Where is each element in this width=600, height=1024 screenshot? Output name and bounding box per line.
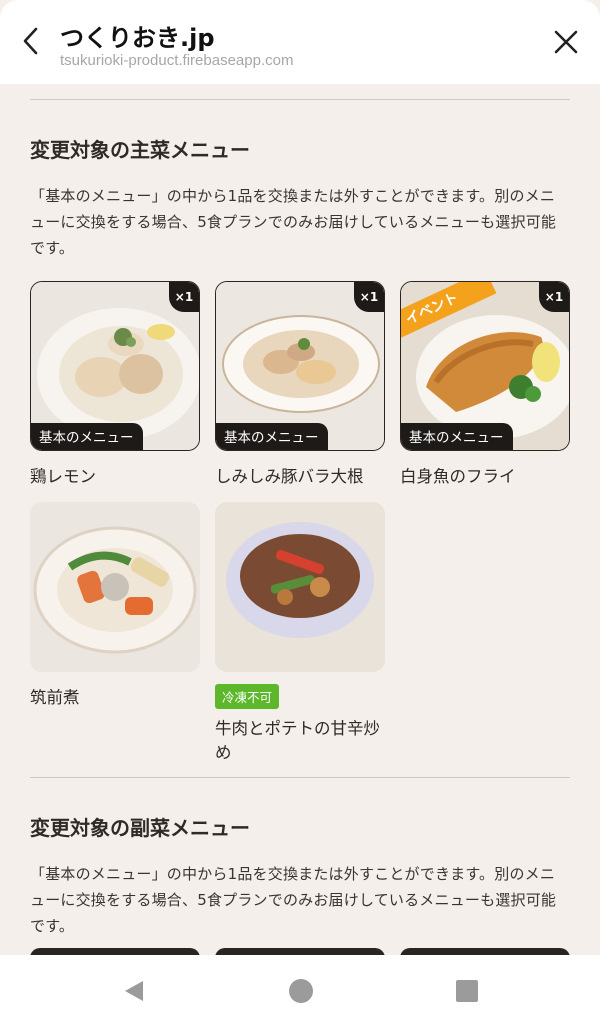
menu-name: 鶏レモン — [30, 467, 96, 486]
menu-photo: イベント ×1 基本のメニュー — [400, 281, 570, 451]
main-dish-grid: ×1 基本のメニュー 鶏レモン ×1 基本のメニュー しみしみ豚バラ大根 イベン… — [30, 281, 570, 771]
menu-card[interactable]: 冷凍不可 牛肉とポテトの甘辛炒め — [215, 502, 385, 765]
nav-back-icon[interactable] — [120, 977, 148, 1005]
main-content: 変更対象の主菜メニュー 「基本のメニュー」の中から1品を交換または外すことができ… — [30, 84, 570, 939]
basic-menu-label: 基本のメニュー — [31, 423, 143, 450]
page-title: つくりおき.jp — [60, 24, 215, 52]
system-nav-bar — [0, 955, 600, 1024]
not-freezable-tag: 冷凍不可 — [215, 684, 280, 709]
browser-header: つくりおき.jp tsukurioki-product.firebaseapp.… — [0, 0, 600, 84]
menu-card[interactable]: 筑前煮 — [30, 502, 200, 710]
menu-card[interactable]: ×1 基本のメニュー 鶏レモン — [30, 281, 200, 489]
nav-home-icon[interactable] — [287, 977, 315, 1005]
menu-card[interactable]: ×1 基本のメニュー しみしみ豚バラ大根 — [215, 281, 385, 489]
menu-name: 筑前煮 — [30, 688, 80, 707]
basic-menu-label: 基本のメニュー — [216, 423, 328, 450]
main-dish-section-title: 変更対象の主菜メニュー — [30, 138, 250, 162]
menu-card[interactable]: イベント ×1 基本のメニュー 白身魚のフライ — [400, 281, 570, 489]
quantity-badge: ×1 — [539, 282, 569, 312]
page-url: tsukurioki-product.firebaseapp.com — [60, 52, 294, 69]
main-dish-section-description: 「基本のメニュー」の中から1品を交換または外すことができます。別のメニューに交換… — [30, 187, 557, 257]
divider — [30, 777, 570, 778]
quantity-badge: ×1 — [169, 282, 199, 312]
basic-menu-label: 基本のメニュー — [401, 423, 513, 450]
back-arrow-icon[interactable] — [14, 24, 48, 58]
menu-photo: ×1 基本のメニュー — [30, 281, 200, 451]
divider — [30, 99, 570, 100]
menu-photo — [30, 502, 200, 672]
menu-name: しみしみ豚バラ大根 — [215, 467, 364, 486]
close-icon[interactable] — [550, 26, 582, 58]
nav-recents-icon[interactable] — [453, 977, 481, 1005]
menu-name: 白身魚のフライ — [400, 467, 516, 486]
side-dish-section-title: 変更対象の副菜メニュー — [30, 816, 250, 840]
menu-photo — [215, 502, 385, 672]
menu-photo: ×1 基本のメニュー — [215, 281, 385, 451]
menu-name: 牛肉とポテトの甘辛炒め — [215, 719, 380, 762]
quantity-badge: ×1 — [354, 282, 384, 312]
side-dish-section-description: 「基本のメニュー」の中から1品を交換または外すことができます。別のメニューに交換… — [30, 865, 557, 935]
